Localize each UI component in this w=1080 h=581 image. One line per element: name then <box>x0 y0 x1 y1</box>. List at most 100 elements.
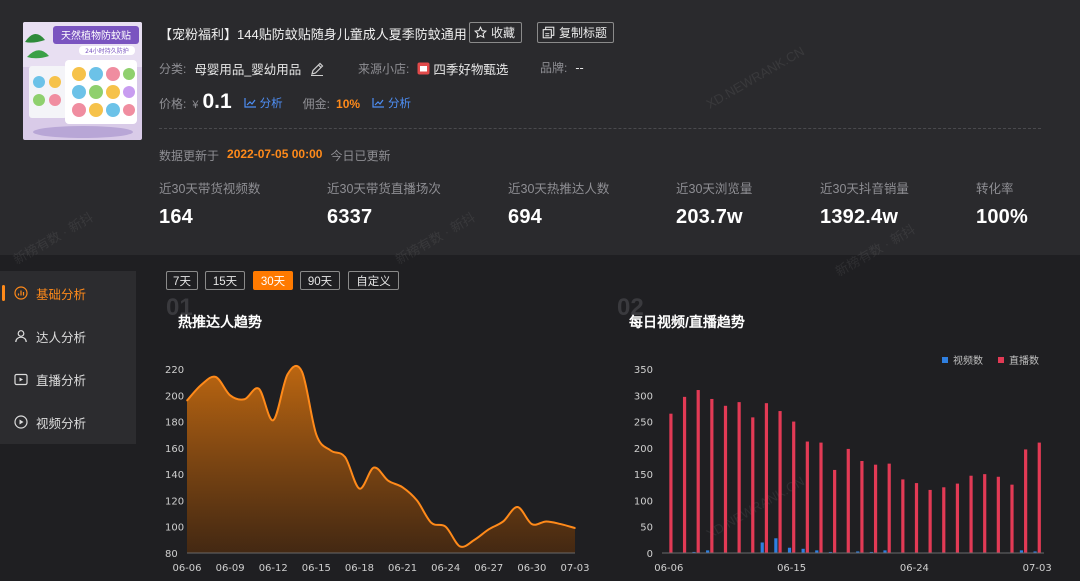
live-bar <box>1037 442 1041 553</box>
x-tick-label: 06-27 <box>474 563 503 574</box>
copy-title-button[interactable]: 复制标题 <box>537 22 615 43</box>
live-bar <box>737 402 741 553</box>
price-analysis-link[interactable]: 分析 <box>244 95 283 111</box>
thumb-title-text: 天然植物防蚊贴 <box>61 29 131 42</box>
product-title: 【宠粉福利】144贴防蚊贴随身儿童成人夏季防蚊通用 <box>159 27 467 42</box>
update-time: 2022-07-05 00:00 <box>227 147 323 161</box>
data-point <box>243 398 246 401</box>
legend-label: 视频数 <box>953 354 983 367</box>
shop-value: 四季好物甄选 <box>433 63 509 77</box>
live-bar <box>969 475 973 553</box>
product-thumbnail[interactable]: 天然植物防蚊贴 24小时持久防护 <box>23 22 142 140</box>
price-row: 价格: ¥ 0.1 分析 佣金: 10% 分析 <box>159 90 411 114</box>
stat-label: 近30天抖音销量 <box>820 182 909 196</box>
stat-influencers: 近30天热推达人数 694 <box>508 178 609 229</box>
sidebar-item-influencer[interactable]: 达人分析 <box>14 326 86 346</box>
daily-video-live-chart: 0 50 100 150 200 250 300 350 06-06 06-15 06-24 07-0… <box>634 354 1052 574</box>
data-point <box>272 419 275 422</box>
active-indicator <box>2 285 5 301</box>
favorite-button[interactable]: 收藏 <box>469 22 523 43</box>
data-point <box>301 370 303 373</box>
x-tick-label: 07-03 <box>1023 563 1052 574</box>
live-bar <box>751 417 755 553</box>
live-bar <box>846 448 850 553</box>
data-point <box>186 399 188 402</box>
y-tick-label: 0 <box>647 549 653 560</box>
range-90d-button[interactable]: 90天 <box>300 271 340 290</box>
live-bar <box>914 483 919 553</box>
y-tick-label: 200 <box>634 444 653 455</box>
commission-analysis-label: 分析 <box>388 97 412 110</box>
range-custom-button[interactable]: 自定义 <box>348 271 399 290</box>
x-tick-label: 06-15 <box>302 563 331 574</box>
live-bar <box>942 487 946 553</box>
stat-conversion: 转化率 100% <box>976 178 1028 229</box>
x-tick-label: 06-15 <box>777 563 806 574</box>
commission-value: 10% <box>336 97 361 111</box>
data-point <box>344 456 346 458</box>
sidebar-item-live[interactable]: 直播分析 <box>14 369 86 389</box>
sidebar-item-video[interactable]: 视频分析 <box>14 412 86 432</box>
data-point <box>574 527 576 529</box>
live-bar <box>887 463 891 553</box>
shop-link[interactable]: 四季好物甄选 <box>417 59 508 78</box>
chart-title: 每日视频/直播趋势 <box>629 314 745 330</box>
bar-chart-icon <box>14 286 28 300</box>
x-tick-label: 06-06 <box>172 563 201 574</box>
y-tick-label: 100 <box>634 496 653 507</box>
stat-label: 转化率 <box>976 182 1014 196</box>
stat-value: 6337 <box>327 206 373 228</box>
stat-label: 近30天带货直播场次 <box>327 182 441 196</box>
sidebar-item-basic[interactable]: 基础分析 <box>14 283 86 303</box>
live-bar <box>764 403 769 553</box>
sidebar-item-label: 视频分析 <box>36 416 87 431</box>
category-value: 母婴用品_婴幼用品 <box>194 63 302 77</box>
data-point <box>502 520 504 523</box>
data-point <box>387 479 389 482</box>
x-tick-label: 06-12 <box>259 563 288 574</box>
x-tick-label: 06-18 <box>345 563 374 574</box>
data-point <box>229 394 231 397</box>
y-tick-label: 180 <box>165 418 184 429</box>
x-tick-label: 06-09 <box>216 563 245 574</box>
data-point <box>531 523 533 525</box>
data-point <box>459 545 461 548</box>
live-bar <box>778 411 782 553</box>
stat-videos: 近30天带货视频数 164 <box>159 178 260 229</box>
y-tick-label: 150 <box>634 470 653 481</box>
range-15d-button[interactable]: 15天 <box>205 271 245 290</box>
stat-value: 203.7w <box>676 206 743 228</box>
stat-value: 100% <box>976 206 1028 228</box>
data-point <box>214 376 217 378</box>
shop-icon <box>417 62 430 75</box>
x-tick-label: 06-21 <box>388 563 417 574</box>
data-point <box>200 383 203 386</box>
chart-title: 热推达人趋势 <box>178 314 262 330</box>
range-30d-button[interactable]: 30天 <box>253 271 293 290</box>
live-bar <box>833 469 837 553</box>
price-analysis-label: 分析 <box>259 97 283 110</box>
edit-pencil-icon[interactable] <box>309 61 325 77</box>
shop-row: 来源小店: 四季好物甄选 <box>358 59 508 78</box>
live-bar <box>792 421 796 553</box>
range-7d-button[interactable]: 7天 <box>166 271 198 290</box>
sidebar-item-label: 达人分析 <box>36 330 87 345</box>
product-header-panel: 天然植物防蚊贴 24小时持久防护 【宠粉福利】144贴防蚊贴随身儿童成人夏季防蚊… <box>0 0 1080 255</box>
category-row: 分类: 母婴用品_婴幼用品 <box>159 59 325 78</box>
y-tick-label: 350 <box>634 365 653 376</box>
y-tick-label: 300 <box>634 391 653 402</box>
video-bar <box>801 548 805 553</box>
data-point <box>358 487 361 490</box>
influencer-trend-chart: 80 100 120 140 160 180 200 220 06-06 06-09 06-12 06… <box>165 364 590 574</box>
data-point <box>516 506 519 508</box>
data-point <box>430 521 433 524</box>
category-label: 分类: <box>159 62 187 76</box>
y-tick-label: 80 <box>165 549 178 560</box>
y-tick-label: 120 <box>165 496 184 507</box>
trend-chart-icon <box>372 98 385 108</box>
live-bar <box>723 405 728 553</box>
y-tick-label: 100 <box>165 523 184 534</box>
live-bar <box>873 464 878 553</box>
y-tick-label: 140 <box>165 470 184 481</box>
commission-analysis-link[interactable]: 分析 <box>372 95 411 111</box>
